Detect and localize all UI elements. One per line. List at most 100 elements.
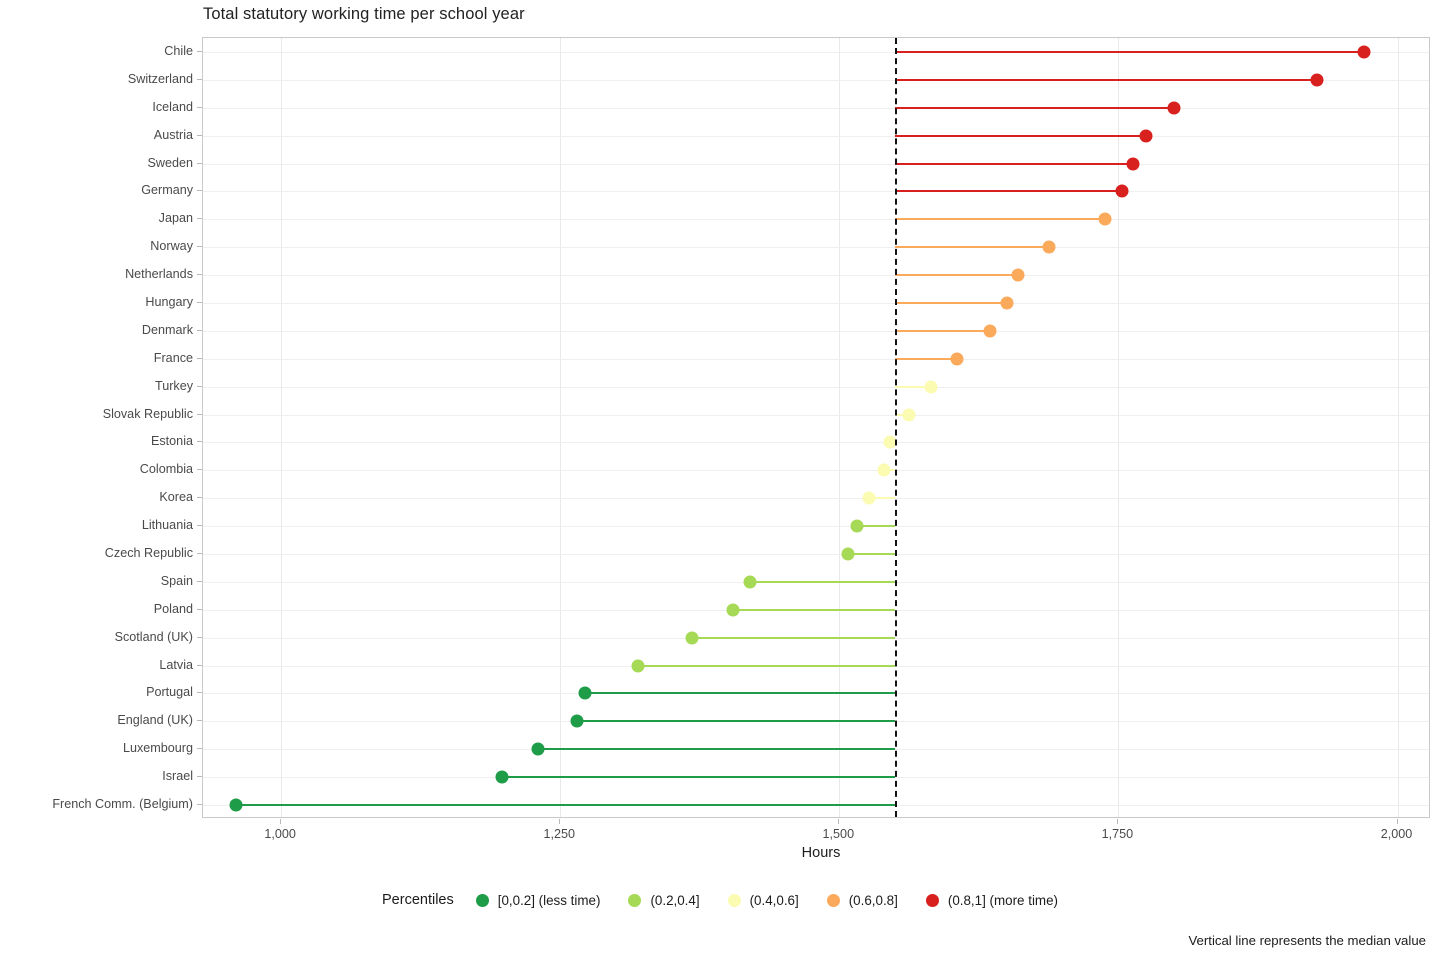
y-axis-tick-label: Germany [141, 183, 193, 198]
y-gridline [203, 164, 1429, 165]
y-axis-tick [197, 469, 202, 470]
y-axis-tick-label: Switzerland [127, 71, 193, 86]
y-axis-tick [197, 107, 202, 108]
y-axis-tick [197, 637, 202, 638]
data-point[interactable] [1310, 73, 1324, 87]
y-axis-tick [197, 79, 202, 80]
legend-swatch-circle-icon [628, 893, 642, 907]
legend-swatch-circle-icon [925, 893, 939, 907]
y-axis-tick [197, 720, 202, 721]
y-axis-tick-label: Spain [160, 573, 193, 588]
x-axis-tick [1117, 819, 1118, 824]
y-axis-tick [197, 776, 202, 777]
data-point[interactable] [950, 352, 964, 366]
x-axis-tick-label: 1,250 [543, 827, 575, 841]
data-point[interactable] [743, 575, 757, 589]
lollipop-stem [638, 664, 896, 667]
legend-item[interactable]: (0.2,0.4] [628, 892, 700, 908]
data-point[interactable] [531, 742, 545, 756]
data-point[interactable] [229, 798, 243, 812]
data-point[interactable] [841, 547, 855, 561]
lollipop-stem [895, 301, 1007, 304]
lollipop-stem [848, 553, 896, 556]
data-point[interactable] [1167, 101, 1181, 115]
data-point[interactable] [877, 463, 891, 477]
legend-item[interactable]: [0,0.2] (less time) [475, 893, 600, 908]
x-axis-title: Hours [801, 845, 841, 861]
data-point[interactable] [1000, 296, 1014, 310]
y-axis-tick-label: Czech Republic [104, 546, 193, 561]
median-reference-line [895, 38, 898, 817]
plot-inner [203, 38, 1429, 817]
data-point[interactable] [862, 491, 876, 505]
x-axis-tick [838, 819, 839, 824]
lollipop-stem [576, 720, 896, 723]
lollipop-stem [236, 804, 896, 807]
y-axis-tick [197, 692, 202, 693]
y-axis-tick-label: Latvia [159, 657, 193, 672]
y-gridline [203, 247, 1429, 248]
y-gridline [203, 470, 1429, 471]
y-axis-tick [197, 441, 202, 442]
y-axis-tick [197, 414, 202, 415]
y-axis-tick [197, 51, 202, 52]
y-gridline [203, 359, 1429, 360]
legend-item[interactable]: (0.4,0.6] [727, 892, 799, 908]
y-gridline [203, 554, 1429, 555]
data-point[interactable] [883, 435, 897, 449]
lollipop-stem [895, 357, 957, 360]
data-point[interactable] [726, 603, 740, 617]
y-axis-tick-label: England (UK) [117, 713, 193, 728]
data-point[interactable] [631, 659, 645, 673]
legend-item-label: (0.2,0.4] [650, 892, 700, 908]
data-point[interactable] [1357, 45, 1371, 59]
data-point[interactable] [1126, 157, 1140, 171]
x-gridline [839, 38, 841, 817]
lollipop-stem [895, 106, 1175, 109]
legend-item[interactable]: (0.8,1] (more time) [925, 893, 1058, 908]
data-point[interactable] [1042, 240, 1056, 254]
y-axis-tick-label: Netherlands [125, 267, 193, 282]
y-axis-tick-label: Lithuania [141, 518, 193, 533]
legend-item-label: (0.6,0.8] [848, 892, 898, 908]
y-axis-tick-label: Luxembourg [122, 741, 193, 756]
x-axis-tick-label: 1,750 [1101, 827, 1134, 841]
data-point[interactable] [1115, 184, 1129, 198]
x-gridline [1118, 38, 1120, 817]
y-axis-tick-label: Colombia [139, 462, 193, 477]
lollipop-stem [895, 190, 1122, 193]
y-axis-tick [197, 218, 202, 219]
y-axis-tick [197, 190, 202, 191]
x-gridline [281, 38, 283, 817]
data-point[interactable] [1011, 268, 1025, 282]
lollipop-stem [895, 329, 991, 332]
y-axis-tick-label: Japan [158, 211, 193, 226]
y-axis-tick-label: Israel [162, 769, 193, 784]
y-axis-tick-label: Korea [159, 490, 193, 505]
y-axis-tick-label: French Comm. (Belgium) [52, 797, 193, 812]
x-gridline [1397, 38, 1399, 817]
data-point[interactable] [578, 686, 592, 700]
y-axis-tick [197, 163, 202, 164]
data-point[interactable] [924, 380, 938, 394]
data-point[interactable] [983, 324, 997, 338]
data-point[interactable] [570, 714, 584, 728]
legend-item-label: (0.4,0.6] [749, 892, 799, 908]
y-gridline [203, 303, 1429, 304]
data-point[interactable] [495, 770, 509, 784]
data-point[interactable] [1139, 129, 1153, 143]
lollipop-stem [895, 162, 1133, 165]
y-axis-tick [197, 358, 202, 359]
lollipop-stem [895, 218, 1106, 221]
legend-item[interactable]: (0.6,0.8] [826, 892, 898, 908]
data-point[interactable] [902, 408, 916, 422]
lollipop-stem [537, 748, 896, 751]
data-point[interactable] [850, 519, 864, 533]
data-point[interactable] [685, 631, 699, 645]
x-gridline [560, 38, 562, 817]
y-axis-tick [197, 274, 202, 275]
y-gridline [203, 331, 1429, 332]
lollipop-stem [895, 134, 1147, 137]
data-point[interactable] [1098, 212, 1112, 226]
lollipop-stem [584, 692, 896, 695]
